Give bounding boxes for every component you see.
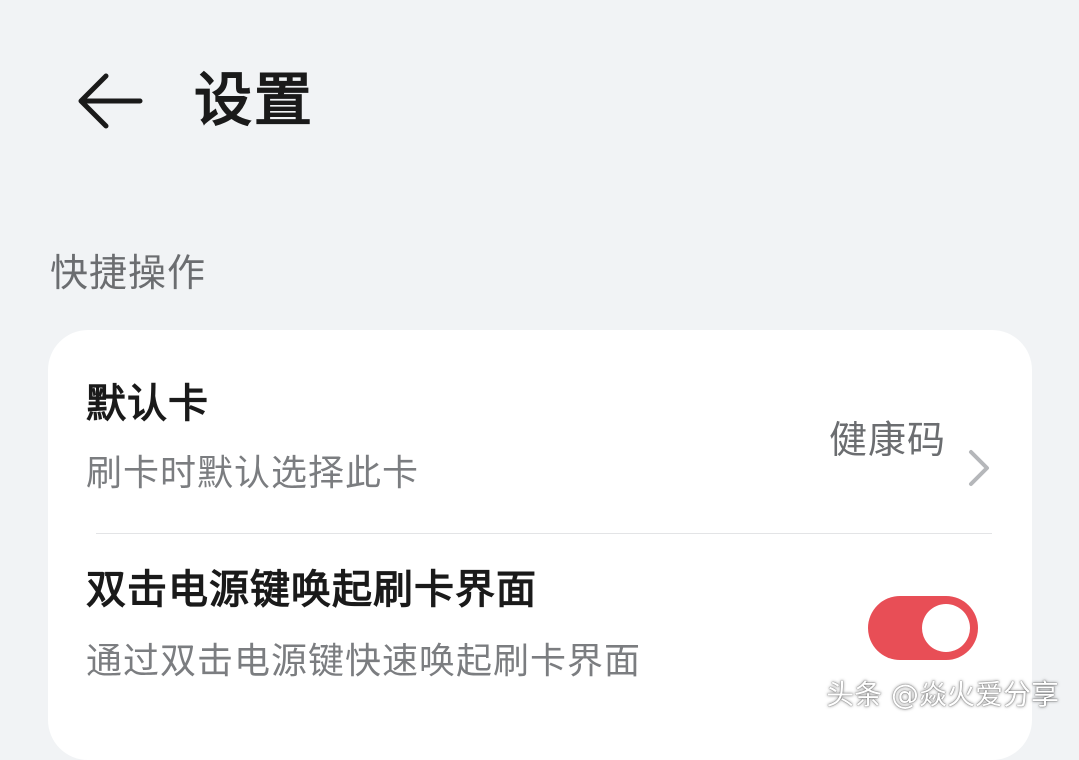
default-card-title: 默认卡 — [86, 381, 209, 427]
back-button[interactable] — [70, 68, 146, 134]
double-click-power-title: 双击电源键唤起刷卡界面 — [86, 567, 537, 613]
page-title: 设置 — [194, 66, 315, 134]
double-click-power-subtitle: 通过双击电源键快速唤起刷卡界面 — [86, 641, 642, 682]
toggle-knob — [922, 604, 970, 652]
arrow-left-icon — [78, 73, 143, 129]
default-card-value: 健康码 — [828, 418, 946, 462]
section-title: 快捷操作 — [50, 251, 207, 295]
row-divider — [96, 533, 992, 534]
default-card-setting[interactable]: 默认卡 刷卡时默认选择此卡 健康码 — [48, 360, 1032, 530]
app-header: 设置 — [0, 0, 1079, 200]
default-card-subtitle: 刷卡时默认选择此卡 — [86, 453, 420, 494]
watermark-text: 头条 @焱火爱分享 — [826, 678, 1059, 711]
double-click-power-toggle[interactable] — [868, 596, 978, 660]
chevron-right-icon — [966, 448, 992, 488]
